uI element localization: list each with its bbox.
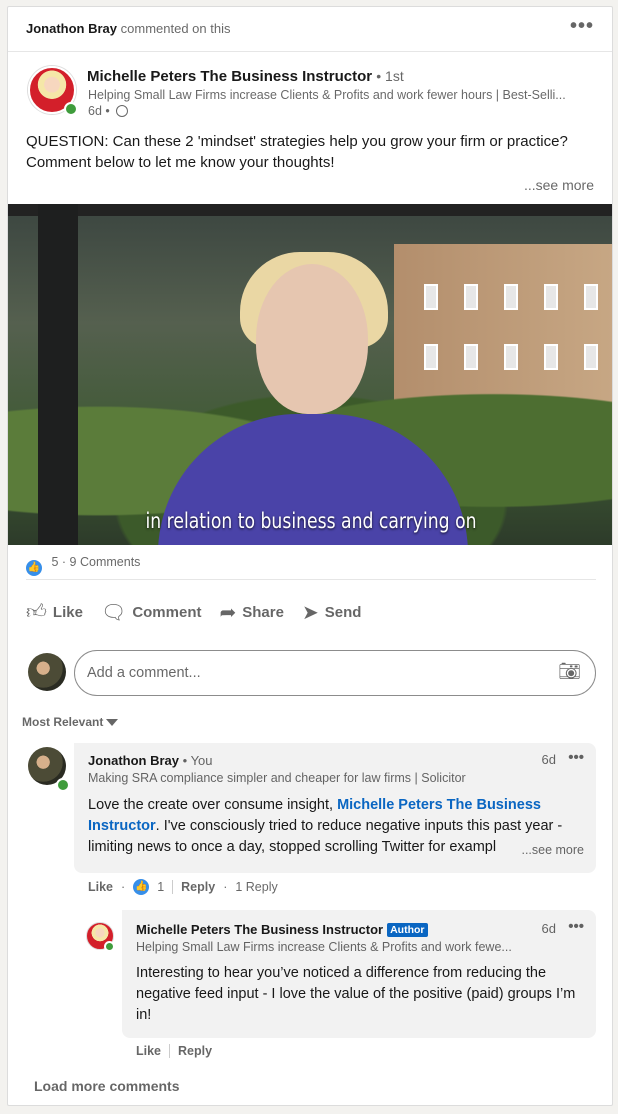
like-reaction-icon: 👍 bbox=[26, 560, 42, 576]
dot-separator: · bbox=[223, 880, 228, 894]
like-label: Like bbox=[52, 603, 83, 621]
post-text: QUESTION: Can these 2 'mindset' strategi… bbox=[26, 133, 568, 171]
activity-actor[interactable]: Jonathon Bray bbox=[26, 21, 117, 36]
building-window bbox=[544, 284, 558, 310]
comment-like-count[interactable]: 1 bbox=[157, 880, 164, 894]
dot-separator: · bbox=[121, 880, 126, 894]
like-reaction-icon: 👍 bbox=[133, 879, 150, 895]
post-age: 6d • bbox=[88, 104, 110, 118]
thumbs-up-icon: 👍︎ bbox=[26, 601, 47, 623]
activity-header: Jonathon Bray commented on this ••• bbox=[8, 7, 612, 52]
post-actions: 👍︎ Like 🗨︎ Comment ➦ Share ➤ Send bbox=[22, 597, 365, 627]
building-window bbox=[504, 284, 518, 310]
separator bbox=[169, 1044, 171, 1058]
comment-icon: 🗨︎ bbox=[100, 601, 127, 624]
window-frame bbox=[38, 204, 78, 545]
load-more-comments-button[interactable]: Load more comments bbox=[34, 1078, 179, 1094]
building-window bbox=[424, 284, 438, 310]
comment-time: 6d bbox=[541, 752, 556, 767]
comment-bubble: Jonathon Bray • You 6d ••• Making SRA co… bbox=[74, 743, 596, 873]
camera-icon[interactable]: 📷︎ bbox=[558, 661, 581, 682]
reaction-count[interactable]: 5 bbox=[51, 555, 58, 569]
connection-degree: • 1st bbox=[376, 68, 404, 84]
comment-text-pre: Love the create over consume insight, bbox=[88, 797, 334, 813]
divider bbox=[26, 579, 596, 580]
reply-actions: Like Reply bbox=[136, 1044, 212, 1058]
author-headline: Helping Small Law Firms increase Clients… bbox=[88, 88, 566, 102]
commenter-name[interactable]: Jonathon Bray bbox=[88, 753, 179, 768]
reply-time: 6d bbox=[541, 921, 556, 936]
building-window bbox=[584, 284, 598, 310]
reply-like-button[interactable]: Like bbox=[136, 1044, 161, 1058]
reply-text: Interesting to hear you’ve noticed a dif… bbox=[136, 965, 576, 1023]
feed-post-card: Jonathon Bray commented on this ••• Mich… bbox=[7, 6, 613, 1106]
online-status-icon bbox=[56, 778, 70, 792]
comment-see-more[interactable]: ...see more bbox=[517, 843, 584, 857]
send-label: Send bbox=[324, 603, 362, 621]
comment-like-button[interactable]: Like bbox=[88, 880, 113, 894]
sort-dropdown[interactable]: Most Relevant bbox=[22, 715, 119, 729]
you-label: • You bbox=[182, 753, 213, 768]
reply-author-name[interactable]: Michelle Peters The Business Instructor bbox=[136, 922, 383, 937]
social-counts: 👍 5 · 9 Comments bbox=[26, 555, 140, 576]
activity-verb: commented on this bbox=[120, 21, 231, 36]
online-status-icon bbox=[104, 941, 115, 952]
comment-label: Comment bbox=[132, 603, 202, 621]
comment-more-icon[interactable]: ••• bbox=[568, 749, 584, 766]
reply-reply-button[interactable]: Reply bbox=[178, 1044, 212, 1058]
send-icon: ➤ bbox=[301, 601, 319, 624]
comment-button[interactable]: 🗨︎ Comment bbox=[97, 597, 206, 627]
share-icon: ➦ bbox=[219, 601, 237, 624]
window-frame bbox=[8, 204, 612, 216]
video-caption: in relation to business and carrying on bbox=[145, 509, 477, 533]
author-name[interactable]: Michelle Peters The Business Instructor bbox=[87, 68, 372, 85]
comment-text-post: . I've consciously tried to reduce negat… bbox=[88, 818, 563, 855]
share-button[interactable]: ➦ Share bbox=[215, 597, 287, 627]
comment-text: Love the create over consume insight, Mi… bbox=[88, 795, 582, 858]
send-button[interactable]: ➤ Send bbox=[298, 597, 365, 627]
sort-label: Most Relevant bbox=[22, 715, 104, 729]
separator bbox=[172, 880, 174, 894]
like-button[interactable]: 👍︎ Like bbox=[22, 597, 87, 627]
current-user-avatar[interactable] bbox=[28, 653, 66, 691]
comment-input-placeholder: Add a comment... bbox=[87, 665, 201, 681]
see-more-link[interactable]: ...see more bbox=[524, 177, 594, 193]
post-video[interactable]: in relation to business and carrying on bbox=[8, 204, 612, 545]
comment-actions: Like · 👍 1 Reply · 1 Reply bbox=[88, 879, 278, 895]
speaker-face bbox=[256, 264, 368, 414]
building-window bbox=[464, 284, 478, 310]
globe-icon bbox=[116, 105, 129, 117]
comment-reply-button[interactable]: Reply bbox=[181, 880, 215, 894]
comment-input[interactable]: Add a comment... 📷︎ bbox=[74, 650, 596, 696]
online-status-icon bbox=[64, 102, 78, 116]
commenter-headline: Making SRA compliance simpler and cheape… bbox=[88, 771, 466, 785]
author-badge: Author bbox=[387, 923, 428, 937]
more-options-icon[interactable]: ••• bbox=[570, 15, 594, 38]
reply-bubble: Michelle Peters The Business Instructor A… bbox=[122, 910, 596, 1038]
reply-more-icon[interactable]: ••• bbox=[568, 918, 584, 935]
share-label: Share bbox=[242, 603, 284, 621]
comment-count[interactable]: · 9 Comments bbox=[62, 555, 141, 569]
reply-count[interactable]: 1 Reply bbox=[235, 880, 277, 894]
caret-down-icon bbox=[106, 719, 119, 726]
reply-author-headline: Helping Small Law Firms increase Clients… bbox=[136, 940, 512, 954]
